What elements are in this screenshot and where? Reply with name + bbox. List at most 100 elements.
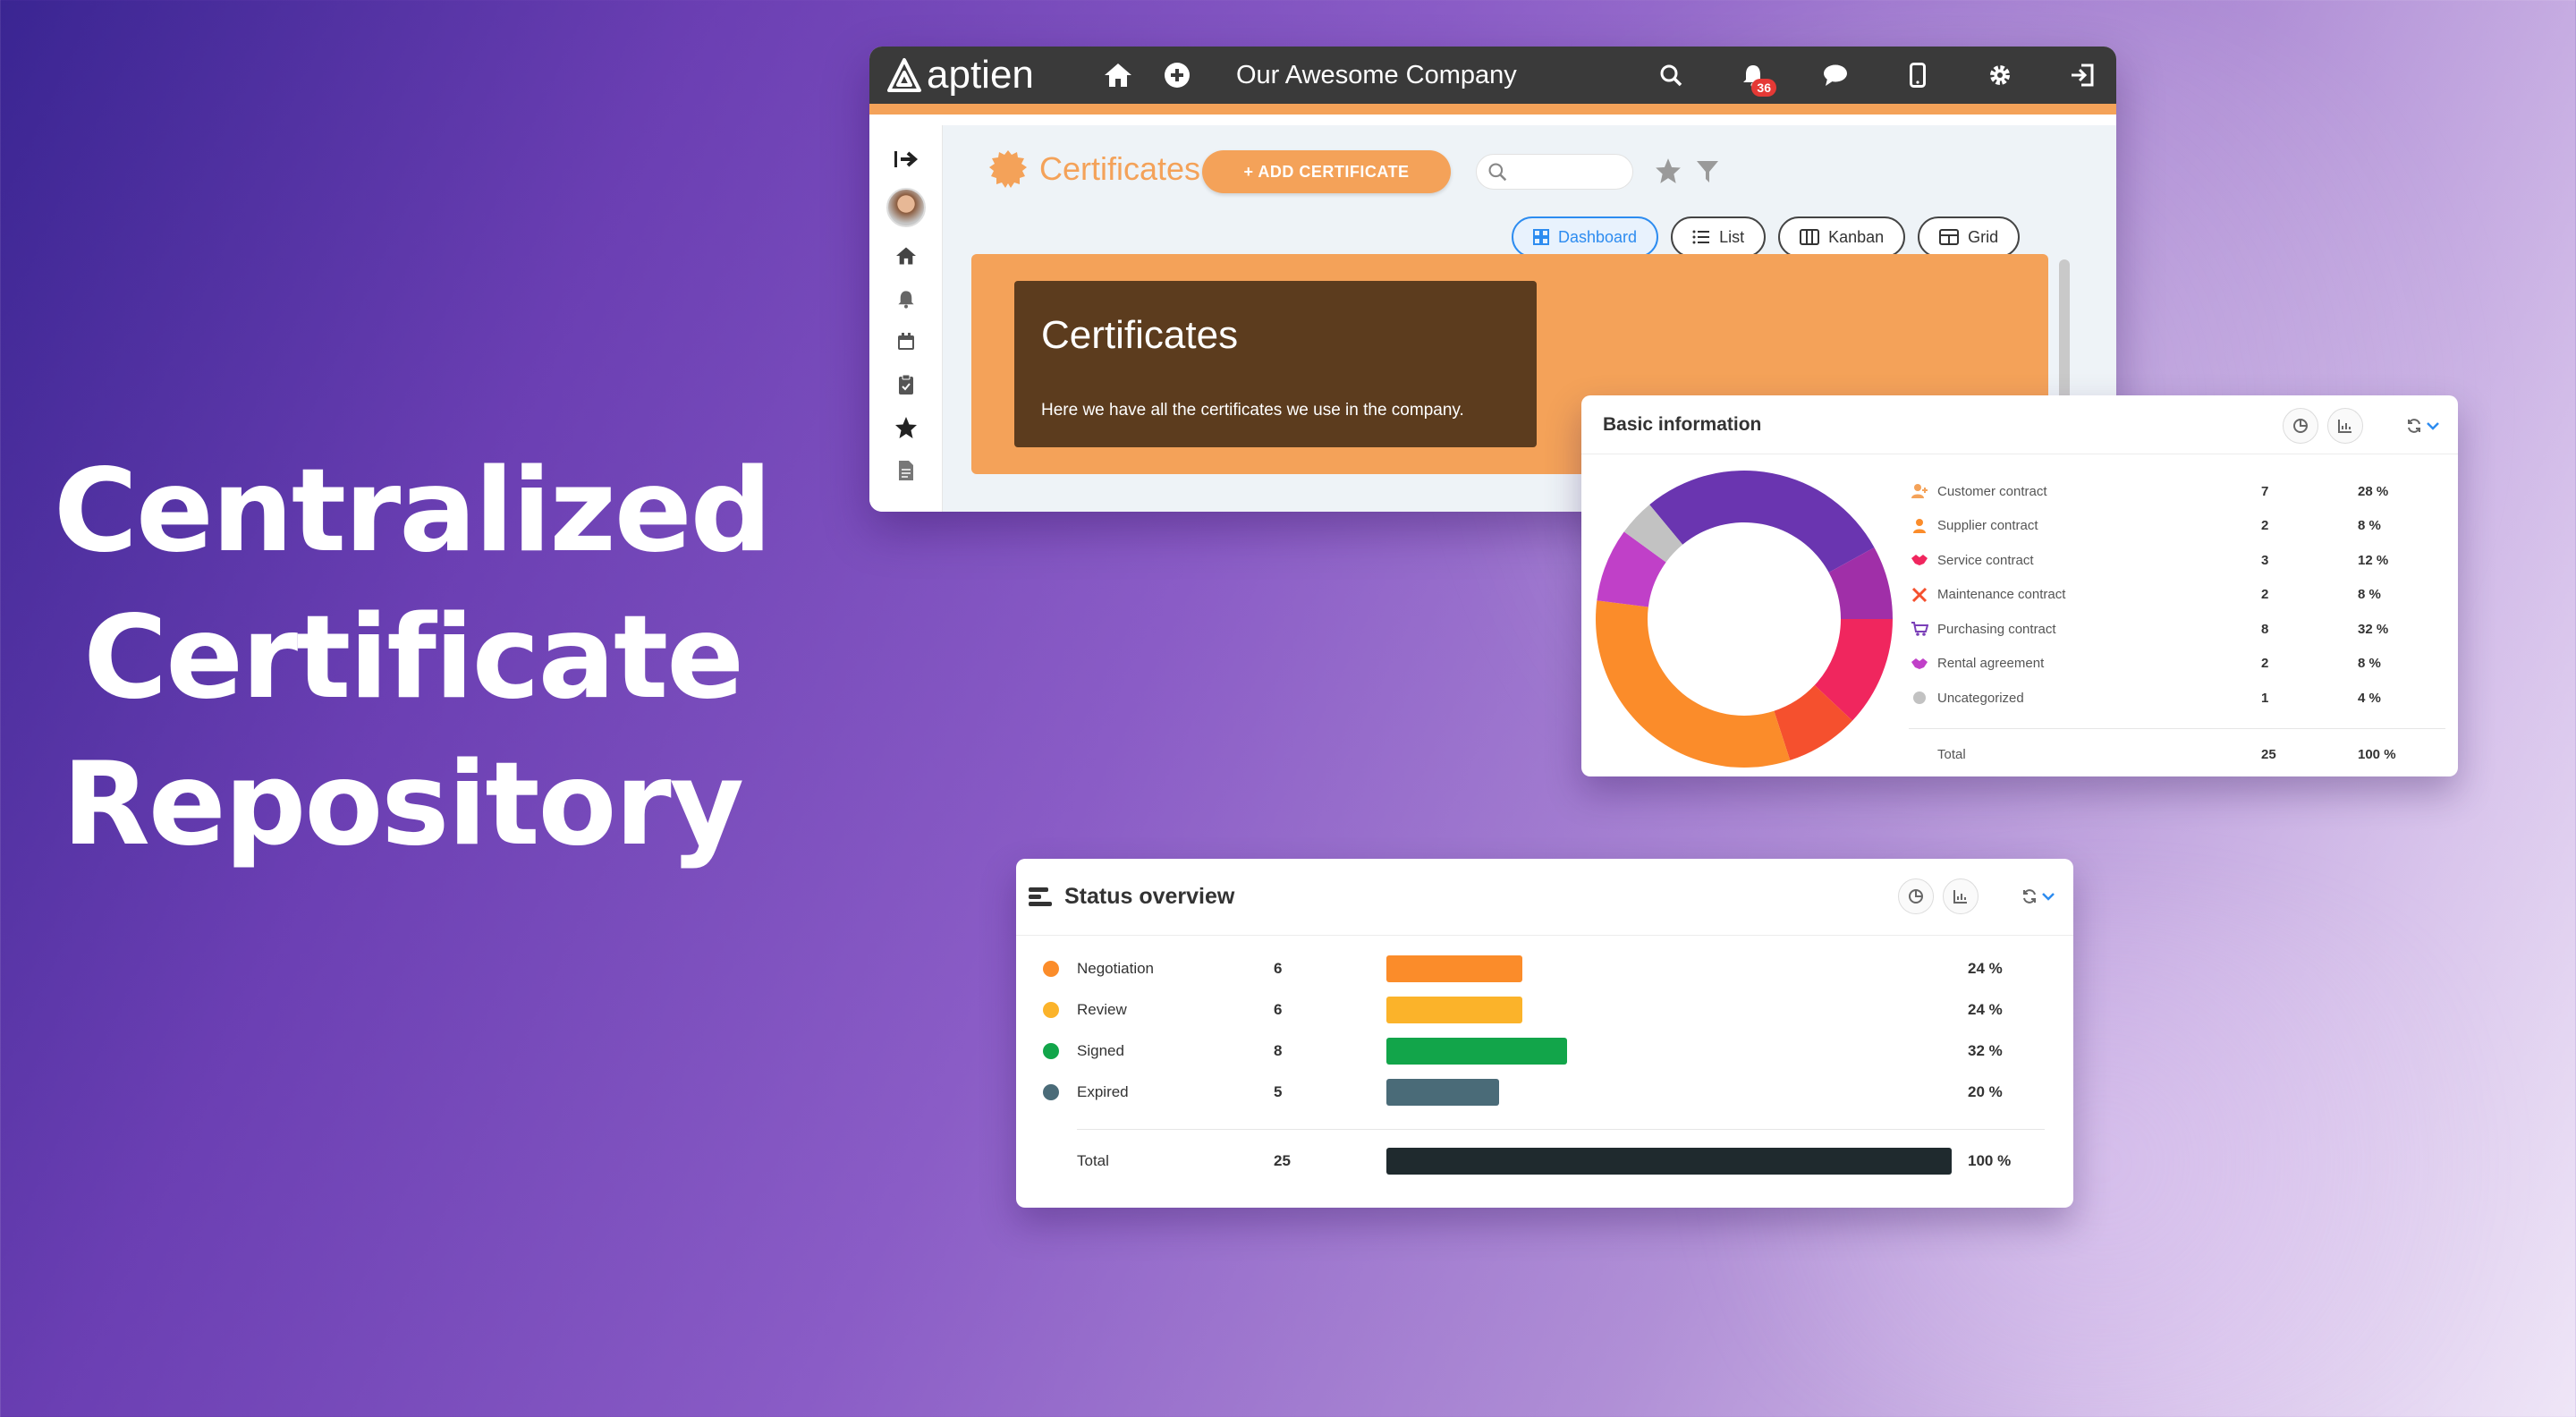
legend-value: 2	[2261, 656, 2269, 672]
status-label: Expired	[1077, 1083, 1129, 1100]
view-label: Grid	[1968, 227, 1999, 246]
expand-icon[interactable]	[894, 138, 919, 181]
logo-text: aptien	[927, 53, 1034, 97]
chevron-down-icon	[2427, 422, 2439, 430]
legend-percent: 8 %	[2358, 656, 2381, 672]
mobile-icon[interactable]	[1900, 57, 1936, 93]
status-bars-icon	[1029, 887, 1052, 906]
pie-chart-toggle-button[interactable]	[2283, 408, 2318, 444]
refresh-button[interactable]	[2021, 888, 2055, 904]
legend-percent: 8 %	[2358, 587, 2381, 603]
rental-icon	[1909, 657, 1930, 671]
status-value: 6	[1274, 1001, 1283, 1018]
star-icon[interactable]	[894, 406, 918, 449]
status-row[interactable]: Signed 8 32 %	[1016, 1031, 2073, 1072]
donut-slice[interactable]	[1649, 471, 1875, 573]
legend-row[interactable]: Customer contract 7 28 %	[1909, 474, 2445, 509]
logout-icon[interactable]	[2064, 57, 2100, 93]
home-icon[interactable]	[894, 234, 918, 277]
status-row[interactable]: Review 6 24 %	[1016, 989, 2073, 1031]
refresh-icon	[2023, 889, 2036, 904]
status-value: 8	[1274, 1042, 1283, 1059]
status-row[interactable]: Expired 5 20 %	[1016, 1072, 2073, 1113]
favorite-star-icon[interactable]	[1655, 157, 1682, 189]
plus-circle-icon[interactable]	[1159, 57, 1195, 93]
refresh-button[interactable]	[2406, 418, 2440, 434]
app-logo[interactable]: aptien	[886, 53, 1064, 98]
legend-row[interactable]: Rental agreement 2 8 %	[1909, 647, 2445, 682]
status-overview-widget: Status overview Negotiation 6 24 % Revie…	[1016, 859, 2073, 1208]
hero-headline: Centralized Certificate Repository	[54, 438, 772, 878]
search-icon	[1488, 163, 1507, 182]
chat-icon[interactable]	[1818, 57, 1853, 93]
clipboard-icon[interactable]	[897, 363, 915, 406]
status-bar	[1386, 997, 1522, 1023]
view-label: List	[1719, 227, 1745, 246]
gear-icon[interactable]	[1982, 57, 2018, 93]
add-certificate-button[interactable]: + ADD CERTIFICATE	[1202, 150, 1451, 193]
divider	[1909, 727, 2445, 729]
view-dashboard-button[interactable]: Dashboard	[1512, 216, 1659, 258]
hero-line: Repository	[62, 738, 744, 871]
supplier-icon	[1909, 518, 1930, 534]
handshake-icon	[1909, 553, 1930, 567]
hero-line: Certificate	[83, 591, 744, 725]
total-percent: 100 %	[2358, 747, 2396, 763]
status-percent: 24 %	[1968, 960, 2003, 977]
legend-percent: 4 %	[2358, 690, 2381, 706]
status-row[interactable]: Negotiation 6 24 %	[1016, 948, 2073, 989]
status-dot	[1043, 1084, 1059, 1100]
calendar-icon[interactable]	[896, 320, 916, 363]
legend-row[interactable]: Maintenance contract 2 8 %	[1909, 578, 2445, 613]
legend-label: Maintenance contract	[1937, 587, 2066, 603]
logo-mark-icon	[887, 58, 921, 92]
kanban-icon	[1800, 229, 1820, 245]
widget-header: Basic information	[1581, 395, 2458, 454]
document-icon[interactable]	[897, 449, 915, 492]
total-bar	[1386, 1148, 1952, 1175]
view-grid-button[interactable]: Grid	[1918, 216, 2021, 258]
legend-row[interactable]: Service contract 3 12 %	[1909, 543, 2445, 578]
filter-icon[interactable]	[1696, 159, 1719, 189]
page-title: Certificates	[987, 148, 1231, 190]
legend-percent: 12 %	[2358, 552, 2389, 568]
bell-icon[interactable]: 36	[1735, 57, 1776, 97]
status-dot	[1043, 1002, 1059, 1018]
search-input[interactable]	[1476, 154, 1633, 190]
avatar[interactable]	[886, 188, 926, 227]
chevron-down-icon	[2042, 893, 2055, 901]
legend-value: 8	[2261, 621, 2269, 637]
total-value: 25	[1274, 1152, 1291, 1169]
view-kanban-button[interactable]: Kanban	[1778, 216, 1906, 258]
legend-label: Supplier contract	[1937, 518, 2038, 534]
view-label: Dashboard	[1558, 227, 1638, 246]
home-icon[interactable]	[1100, 57, 1136, 93]
grid-icon	[1939, 229, 1960, 245]
legend-percent: 28 %	[2358, 483, 2389, 499]
search-icon[interactable]	[1653, 57, 1689, 93]
legend-row[interactable]: Supplier contract 2 8 %	[1909, 509, 2445, 544]
status-dot	[1043, 1043, 1059, 1059]
legend-total-row: Total 25 100 %	[1909, 738, 2445, 773]
notification-badge: 36	[1751, 79, 1776, 97]
top-bar: aptien Our Awesome Company 36	[869, 47, 2116, 115]
sidebar	[869, 125, 943, 512]
bar-chart-toggle-button[interactable]	[1943, 878, 1979, 914]
view-list-button[interactable]: List	[1671, 216, 1767, 258]
banner-card: Certificates Here we have all the certif…	[1014, 281, 1537, 447]
legend-label: Purchasing contract	[1937, 621, 2056, 637]
status-label: Negotiation	[1077, 960, 1155, 977]
status-percent: 24 %	[1968, 1001, 2003, 1018]
status-total-row: Total 25 100 %	[1016, 1141, 2073, 1182]
legend-percent: 8 %	[2358, 518, 2381, 534]
company-name[interactable]: Our Awesome Company	[1236, 61, 1517, 90]
bar-chart-toggle-button[interactable]	[2327, 408, 2363, 444]
wrench-icon	[1909, 587, 1930, 603]
legend-row[interactable]: Purchasing contract 8 32 %	[1909, 612, 2445, 647]
donut-slice[interactable]	[1596, 600, 1791, 768]
legend-row[interactable]: Uncategorized 1 4 %	[1909, 681, 2445, 716]
status-percent: 20 %	[1968, 1083, 2003, 1100]
total-label: Total	[1077, 1152, 1109, 1169]
bell-icon[interactable]	[896, 277, 916, 320]
pie-chart-toggle-button[interactable]	[1898, 878, 1934, 914]
